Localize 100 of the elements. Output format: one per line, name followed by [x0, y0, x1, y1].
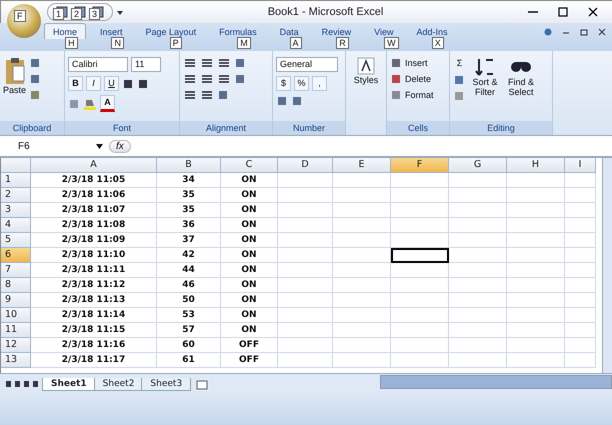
table-cell: 35: [157, 188, 221, 203]
keytip: P: [170, 37, 182, 49]
ribbon-tab[interactable]: Page Layout: [136, 23, 206, 39]
close-icon[interactable]: [598, 28, 606, 36]
row-header[interactable]: 2: [1, 188, 31, 203]
column-header[interactable]: G: [449, 158, 507, 173]
sheet-tab[interactable]: Sheet3: [141, 378, 192, 391]
column-header[interactable]: E: [333, 158, 391, 173]
sheet-tab[interactable]: Sheet2: [94, 378, 144, 391]
table-cell: ON: [221, 203, 278, 218]
column-header[interactable]: A: [31, 158, 157, 173]
row-header[interactable]: 3: [1, 203, 31, 218]
table-cell: [507, 218, 565, 233]
row-header[interactable]: 12: [1, 338, 31, 353]
table-cell: 46: [157, 278, 221, 293]
underline-button[interactable]: U: [104, 76, 119, 91]
number-format-field[interactable]: General: [276, 57, 338, 72]
dropdown-icon[interactable]: [96, 144, 103, 148]
comma-button[interactable]: ,: [312, 76, 327, 91]
column-header[interactable]: B: [157, 158, 221, 173]
row-header[interactable]: 10: [1, 308, 31, 323]
table-cell: [565, 308, 596, 323]
ribbon-tab[interactable]: Review: [312, 23, 360, 39]
currency-button[interactable]: $: [276, 76, 291, 91]
binoculars-icon: [511, 61, 531, 73]
paste-button[interactable]: Paste: [3, 57, 26, 121]
row-header[interactable]: 13: [1, 353, 31, 368]
row-header[interactable]: 4: [1, 218, 31, 233]
insert-button[interactable]: Insert: [390, 57, 434, 69]
format-button[interactable]: Format: [390, 89, 434, 101]
table-cell: [449, 293, 507, 308]
row-header[interactable]: 6: [1, 248, 31, 263]
row-header[interactable]: 5: [1, 233, 31, 248]
table-cell: 2/3/18 11:13: [31, 293, 157, 308]
font-name-field[interactable]: Calibri: [68, 57, 128, 72]
find-select-button[interactable]: Find & Select: [504, 57, 538, 121]
insert-sheet-icon[interactable]: [195, 379, 210, 391]
keytip: A: [290, 37, 302, 49]
table-cell: [449, 233, 507, 248]
table-cell: [565, 248, 596, 263]
ribbon-tab[interactable]: Data: [270, 23, 308, 39]
delete-button[interactable]: Delete: [390, 73, 434, 85]
bold-button[interactable]: B: [68, 76, 83, 91]
table-cell: OFF: [221, 353, 278, 368]
table-cell: [449, 323, 507, 338]
horizontal-scrollbar[interactable]: [380, 375, 612, 389]
table-cell: 2/3/18 11:14: [31, 308, 157, 323]
table-cell: [278, 188, 333, 203]
table-cell: [565, 278, 596, 293]
percent-button[interactable]: %: [294, 76, 309, 91]
keytip: M: [237, 37, 251, 49]
row-header[interactable]: 1: [1, 173, 31, 188]
table-cell: [333, 188, 391, 203]
sheet-tab[interactable]: Sheet1: [42, 378, 96, 391]
ribbon-tab[interactable]: Insert: [91, 23, 132, 39]
ribbon-tab[interactable]: Formulas: [210, 23, 266, 39]
column-header[interactable]: C: [221, 158, 278, 173]
ribbon-tab[interactable]: Home: [44, 23, 86, 39]
italic-button[interactable]: I: [86, 76, 101, 91]
row-header[interactable]: 7: [1, 263, 31, 278]
table-cell: [391, 308, 449, 323]
table-cell: ON: [221, 173, 278, 188]
restore-icon[interactable]: [580, 28, 588, 36]
table-cell: 37: [157, 233, 221, 248]
ribbon-tab[interactable]: View: [365, 23, 402, 39]
autosum-button[interactable]: Σ: [453, 57, 466, 70]
row-header[interactable]: 8: [1, 278, 31, 293]
styles-button[interactable]: Styles: [354, 57, 378, 121]
ribbon-tab[interactable]: Add-Ins: [407, 23, 457, 39]
table-cell: 34: [157, 173, 221, 188]
column-header[interactable]: F: [391, 158, 449, 173]
font-color-button[interactable]: A: [100, 95, 115, 112]
table-cell: ON: [221, 188, 278, 203]
table-cell: OFF: [221, 338, 278, 353]
row-header[interactable]: 9: [1, 293, 31, 308]
table-cell: 61: [157, 353, 221, 368]
row-header[interactable]: 11: [1, 323, 31, 338]
vertical-scrollbar[interactable]: [602, 158, 612, 373]
table-cell: 50: [157, 293, 221, 308]
table-cell: 53: [157, 308, 221, 323]
insert-function-button[interactable]: fx: [109, 140, 131, 152]
table-cell: [449, 203, 507, 218]
column-header[interactable]: I: [565, 158, 596, 173]
keytip: X: [432, 37, 444, 49]
customize-icon[interactable]: [117, 8, 123, 16]
table-cell: [278, 173, 333, 188]
table-cell: 2/3/18 11:09: [31, 233, 157, 248]
close-icon[interactable]: [588, 7, 598, 17]
maximize-icon[interactable]: [558, 7, 568, 17]
table-cell: [565, 218, 596, 233]
help-icon[interactable]: [544, 28, 552, 36]
font-size-field[interactable]: 11: [131, 57, 161, 72]
sort-icon: [475, 57, 495, 77]
active-cell[interactable]: [391, 248, 449, 263]
column-header[interactable]: D: [278, 158, 333, 173]
name-box[interactable]: F6: [0, 140, 90, 152]
table-cell: 60: [157, 338, 221, 353]
sort-filter-button[interactable]: Sort & Filter: [469, 57, 501, 121]
fill-color-icon[interactable]: [83, 98, 97, 110]
column-header[interactable]: H: [507, 158, 565, 173]
